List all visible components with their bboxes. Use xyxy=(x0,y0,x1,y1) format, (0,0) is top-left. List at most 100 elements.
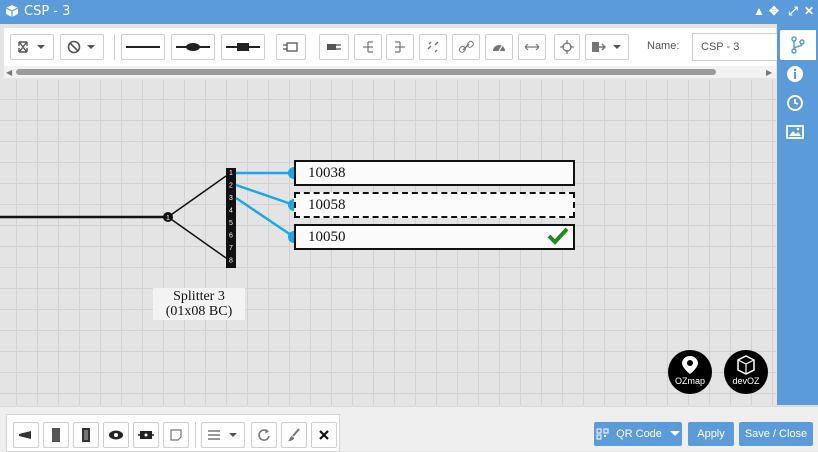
fusion-button[interactable] xyxy=(171,34,215,60)
splitter-label: Splitter 3 (01x08 BC) xyxy=(153,288,245,320)
link-button[interactable] xyxy=(452,34,480,60)
image-icon[interactable] xyxy=(786,123,804,141)
scroll-right-icon[interactable]: ▶ xyxy=(766,68,772,77)
align-dropdown-button[interactable] xyxy=(201,422,245,448)
close-icon[interactable]: ✕ xyxy=(802,3,816,19)
expand-icon[interactable]: ⤢ xyxy=(786,3,800,19)
paint-button[interactable] xyxy=(281,422,307,448)
save-close-button[interactable]: Save / Close xyxy=(739,422,813,446)
fiber-box-1[interactable]: 10038 xyxy=(294,160,575,186)
splitter-input-port-label: 1 xyxy=(166,215,170,222)
right-sidebar xyxy=(777,24,818,405)
diagram-canvas[interactable]: 1 1 2 3 4 5 6 7 8 10038 10058 10050 Spli… xyxy=(0,80,776,405)
move-icon[interactable]: ✥ xyxy=(767,3,781,19)
name-input[interactable]: CSP - 3 xyxy=(692,33,780,61)
devoz-cube-icon xyxy=(737,355,755,375)
minimize-icon[interactable]: ▲ xyxy=(752,3,766,19)
output-port-3[interactable]: 3 xyxy=(229,195,233,202)
unlink-button[interactable] xyxy=(419,34,447,60)
eye-splice-icon xyxy=(109,430,123,440)
refresh-button[interactable] xyxy=(251,422,277,448)
history-icon[interactable] xyxy=(786,94,804,112)
cube-icon xyxy=(5,5,19,17)
export-dropdown-button[interactable] xyxy=(585,34,629,60)
split-left-icon xyxy=(363,41,373,53)
output-port-2[interactable]: 2 xyxy=(229,183,233,190)
splice-tool-button[interactable] xyxy=(103,422,129,448)
panel-icon xyxy=(52,428,60,442)
note-icon xyxy=(170,429,182,441)
bottom-separator xyxy=(195,422,196,448)
devoz-logo[interactable]: devOZ xyxy=(724,350,768,394)
output-port-4[interactable]: 4 xyxy=(229,208,233,215)
editor-window: CSP - 3 ▲ ✥ ⤢ ✕ Name: CSP - 3 ◀ ▶ 1 1 2 … xyxy=(0,0,818,452)
output-port-8[interactable]: 8 xyxy=(229,258,233,265)
name-label: Name: xyxy=(647,40,680,52)
refresh-icon xyxy=(258,429,270,441)
bottom-tool-group xyxy=(6,414,340,452)
horn-tool-button[interactable] xyxy=(13,422,39,448)
center-button[interactable] xyxy=(554,34,580,60)
cable-line-button[interactable] xyxy=(121,34,165,60)
qr-code-button[interactable]: QR Code xyxy=(594,422,682,446)
cable-line-icon xyxy=(126,46,160,48)
rack-icon xyxy=(82,428,90,442)
rack-tool-button[interactable] xyxy=(73,422,99,448)
toolbar: Name: CSP - 3 xyxy=(4,28,780,68)
link-icon xyxy=(458,40,474,53)
output-port-6[interactable]: 6 xyxy=(229,233,233,240)
connection-line-3[interactable] xyxy=(235,196,295,239)
disable-dropdown-button[interactable] xyxy=(60,34,104,60)
fiber-box-3[interactable]: 10050 xyxy=(294,224,575,250)
ozmap-logo-text: OZmap xyxy=(674,376,705,386)
splitter-label-name: Splitter 3 xyxy=(173,289,225,304)
output-port-7[interactable]: 7 xyxy=(229,245,233,252)
output-port-5[interactable]: 5 xyxy=(229,220,233,227)
fiber-box-2[interactable]: 10058 xyxy=(294,192,575,218)
apply-button[interactable]: Apply xyxy=(688,422,734,446)
split-left-button[interactable] xyxy=(354,34,382,60)
fusion-icon xyxy=(176,43,210,51)
title-bar: CSP - 3 ▲ ✥ ⤢ ✕ xyxy=(0,0,818,24)
check-icon xyxy=(547,227,569,245)
fiber-label-1: 10038 xyxy=(308,165,346,181)
unlink-icon xyxy=(427,41,439,53)
branch-icon xyxy=(791,36,805,54)
arrows-horizontal-icon xyxy=(524,43,540,51)
info-icon[interactable] xyxy=(786,65,804,83)
horizontal-scrollbar[interactable]: ◀ ▶ xyxy=(4,66,776,78)
terminator-button[interactable] xyxy=(276,34,306,60)
panel-tool-button[interactable] xyxy=(43,422,69,448)
chip-icon xyxy=(138,431,154,439)
fit-icon xyxy=(18,41,45,53)
fiber-label-2: 10058 xyxy=(308,197,346,213)
note-tool-button[interactable] xyxy=(163,422,189,448)
plug-icon xyxy=(283,42,298,52)
measure-button[interactable] xyxy=(518,34,546,60)
connector-button[interactable] xyxy=(221,34,265,60)
fit-dropdown-button[interactable] xyxy=(10,34,54,60)
qr-code-label: QR Code xyxy=(616,428,662,440)
split-right-button[interactable] xyxy=(386,34,414,60)
brush-icon xyxy=(288,428,300,441)
crosshair-icon xyxy=(560,40,574,54)
devoz-logo-text: devOZ xyxy=(732,376,760,386)
power-meter-button[interactable] xyxy=(485,34,513,60)
splitter-label-type: (01x08 BC) xyxy=(165,304,233,319)
qr-icon xyxy=(596,428,609,440)
window-title: CSP - 3 xyxy=(24,4,71,19)
connector-tool-button[interactable] xyxy=(133,422,159,448)
connector-icon xyxy=(226,43,260,51)
ozmap-logo[interactable]: OZmap xyxy=(668,350,712,394)
scroll-left-icon[interactable]: ◀ xyxy=(6,68,12,77)
delete-button[interactable] xyxy=(311,422,337,448)
scrollbar-thumb[interactable] xyxy=(16,69,716,75)
sidebar-tab-diagram[interactable] xyxy=(780,30,816,60)
connection-line-2[interactable] xyxy=(235,183,295,207)
output-port-1[interactable]: 1 xyxy=(229,170,233,177)
splitter-fan xyxy=(167,175,227,259)
bottom-bar: QR Code Apply Save / Close xyxy=(0,406,818,452)
splitter-output-ports: 1 2 3 4 5 6 7 8 xyxy=(226,168,236,268)
caret-down-icon xyxy=(669,431,680,436)
adapter-button[interactable] xyxy=(319,34,349,60)
